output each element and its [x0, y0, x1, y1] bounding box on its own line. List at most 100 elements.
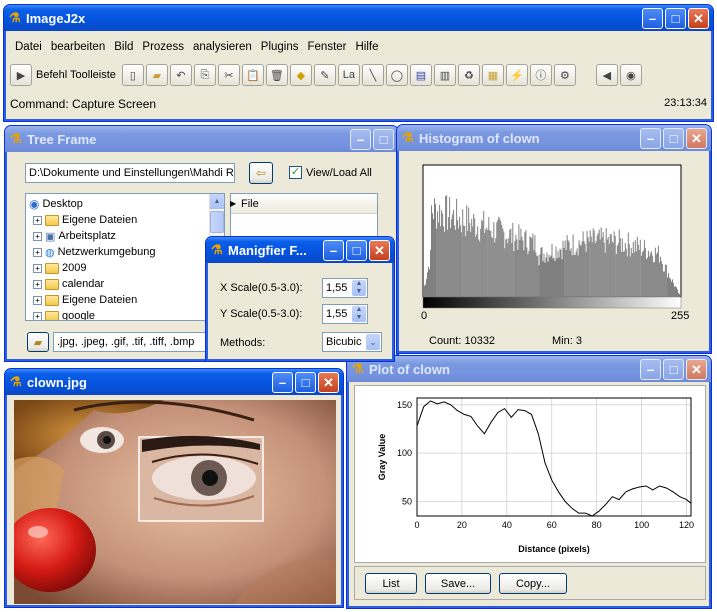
- copy-button[interactable]: Copy...: [499, 573, 567, 594]
- magnifier-overlay[interactable]: [138, 435, 264, 522]
- circle-icon[interactable]: ◯: [385, 64, 408, 86]
- spinner-arrows-icon[interactable]: ▲ ▼: [352, 306, 366, 322]
- lightning-icon[interactable]: ⚡: [505, 64, 528, 86]
- settings-gear-icon[interactable]: ⚙: [553, 64, 576, 86]
- pencil-icon[interactable]: ✎: [313, 64, 336, 86]
- folder-tree[interactable]: ◉ Desktop + Eigene Dateien + ▣ Arbeitspla…: [25, 193, 225, 321]
- tree-item-eigene-dateien-2[interactable]: + Eigene Dateien: [29, 292, 224, 308]
- maximize-button[interactable]: □: [373, 129, 394, 150]
- tree-item-calendar[interactable]: + calendar: [29, 276, 224, 292]
- menu-datei[interactable]: Datei: [12, 41, 48, 53]
- minimize-button[interactable]: –: [350, 129, 371, 150]
- line-tool-icon[interactable]: ╲: [361, 64, 384, 86]
- tree-frame-titlebar[interactable]: ⚗ Tree Frame – □: [5, 126, 398, 152]
- tree-item-eigene-dateien[interactable]: + Eigene Dateien: [29, 212, 224, 228]
- page-icon[interactable]: ▥: [433, 64, 456, 86]
- menu-bild[interactable]: Bild: [111, 41, 139, 53]
- list-button[interactable]: List: [365, 573, 417, 594]
- histogram-bar: [498, 216, 500, 297]
- histogram-bar: [626, 256, 628, 297]
- maximize-button[interactable]: □: [663, 359, 684, 380]
- maximize-button[interactable]: □: [295, 372, 316, 393]
- menu-bearbeiten[interactable]: bearbeiten: [48, 41, 111, 53]
- tree-item-arbeitsplatz[interactable]: + ▣ Arbeitsplatz: [29, 228, 224, 244]
- microscope-icon: ⚗: [352, 361, 364, 376]
- y-scale-spinner[interactable]: 1,55 ▲ ▼: [322, 304, 368, 324]
- expand-icon[interactable]: +: [33, 247, 42, 257]
- cut-icon[interactable]: ✂: [217, 64, 240, 86]
- histogram-bar: [502, 228, 504, 297]
- maximize-button[interactable]: □: [665, 8, 686, 29]
- x-tick-label: 40: [502, 520, 512, 530]
- plot-titlebar[interactable]: ⚗ Plot of clown – □ ✕: [347, 356, 711, 382]
- tree-item-2009[interactable]: + 2009: [29, 260, 224, 276]
- minimize-button[interactable]: –: [640, 359, 661, 380]
- scroll-left-icon[interactable]: ◀: [595, 64, 618, 86]
- main-titlebar[interactable]: ⚗ ImageJ2x – □ ✕: [4, 5, 713, 31]
- x-scale-spinner[interactable]: 1,55 ▲ ▼: [322, 278, 368, 298]
- menu-plugins[interactable]: Plugins: [258, 41, 305, 53]
- histogram-bar: [668, 273, 669, 297]
- minimize-button[interactable]: –: [323, 240, 344, 261]
- menu-prozess[interactable]: Prozess: [139, 41, 190, 53]
- minimize-button[interactable]: –: [272, 372, 293, 393]
- histogram-bar: [565, 250, 567, 297]
- chevron-down-icon[interactable]: ⌄: [366, 334, 380, 350]
- save-button[interactable]: Save...: [425, 573, 491, 594]
- minimize-button[interactable]: –: [642, 8, 663, 29]
- histogram-bar: [432, 213, 433, 297]
- clown-image[interactable]: [14, 400, 336, 604]
- menu-hilfe[interactable]: Hilfe: [353, 41, 385, 53]
- scroll-up-arrow-icon[interactable]: ▲: [210, 194, 224, 209]
- histogram-bar: [632, 241, 634, 297]
- filter-folder-button[interactable]: ▰: [27, 332, 49, 352]
- expand-icon[interactable]: +: [33, 231, 42, 241]
- close-button[interactable]: ✕: [686, 128, 707, 149]
- magnifier-titlebar[interactable]: ⚗ Manigfier F... – □ ✕: [206, 237, 394, 263]
- expand-icon[interactable]: +: [33, 263, 42, 273]
- viewload-checkbox[interactable]: ✓ View/Load All: [289, 166, 372, 179]
- expand-icon[interactable]: +: [33, 279, 42, 289]
- menu-fenster[interactable]: Fenster: [305, 41, 353, 53]
- toolbar-toggle-button[interactable]: ▶: [10, 64, 32, 86]
- close-button[interactable]: ✕: [318, 372, 339, 393]
- text-tool-icon[interactable]: La: [337, 64, 360, 86]
- maximize-button[interactable]: □: [663, 128, 684, 149]
- tree-item-desktop[interactable]: ◉ Desktop: [29, 196, 224, 212]
- fill-icon[interactable]: ◆: [289, 64, 312, 86]
- clown-titlebar[interactable]: ⚗ clown.jpg – □ ✕: [5, 369, 343, 395]
- tree-item-netzwerkumgebung[interactable]: + ◍ Netzwerkumgebung: [29, 244, 224, 260]
- recycle-icon[interactable]: ♻: [457, 64, 480, 86]
- document-icon[interactable]: ▤: [409, 64, 432, 86]
- close-button[interactable]: ✕: [686, 359, 707, 380]
- info-icon[interactable]: ⓘ: [529, 64, 552, 86]
- delete-icon[interactable]: 🗑: [265, 64, 288, 86]
- windows-icon[interactable]: ▦: [481, 64, 504, 86]
- histogram-bar: [436, 228, 438, 297]
- new-icon[interactable]: ▯: [121, 64, 144, 86]
- extension-filter-field[interactable]: .jpg, .jpeg, .gif, .tif, .tiff, .bmp: [53, 332, 213, 352]
- maximize-button[interactable]: □: [346, 240, 367, 261]
- close-button[interactable]: ✕: [369, 240, 390, 261]
- close-button[interactable]: ✕: [688, 8, 709, 29]
- capture-screen-icon[interactable]: ◉: [619, 64, 642, 86]
- expand-icon[interactable]: +: [33, 311, 42, 320]
- paste-icon[interactable]: 📋: [241, 64, 264, 86]
- copy-icon[interactable]: ⎘: [193, 64, 216, 86]
- file-column-header[interactable]: ▶ File: [230, 194, 377, 214]
- undo-icon[interactable]: ↶: [169, 64, 192, 86]
- histogram-titlebar[interactable]: ⚗ Histogram of clown – □ ✕: [397, 125, 711, 151]
- scroll-thumb[interactable]: [210, 211, 224, 233]
- tree-item-google[interactable]: + google: [29, 308, 224, 320]
- expand-icon[interactable]: +: [33, 215, 42, 225]
- expand-icon[interactable]: +: [33, 295, 42, 305]
- spinner-arrows-icon[interactable]: ▲ ▼: [352, 280, 366, 296]
- menu-analysieren[interactable]: analysieren: [190, 41, 258, 53]
- open-folder-icon[interactable]: ▰: [145, 64, 168, 86]
- browse-folder-button[interactable]: ⇦: [249, 162, 273, 184]
- path-field[interactable]: D:\Dokumente und Einstellungen\Mahdi Ra: [25, 163, 235, 183]
- histogram-bar: [586, 230, 588, 297]
- file-header-label: File: [241, 198, 259, 210]
- minimize-button[interactable]: –: [640, 128, 661, 149]
- methods-select[interactable]: Bicubic ⌄: [322, 332, 382, 352]
